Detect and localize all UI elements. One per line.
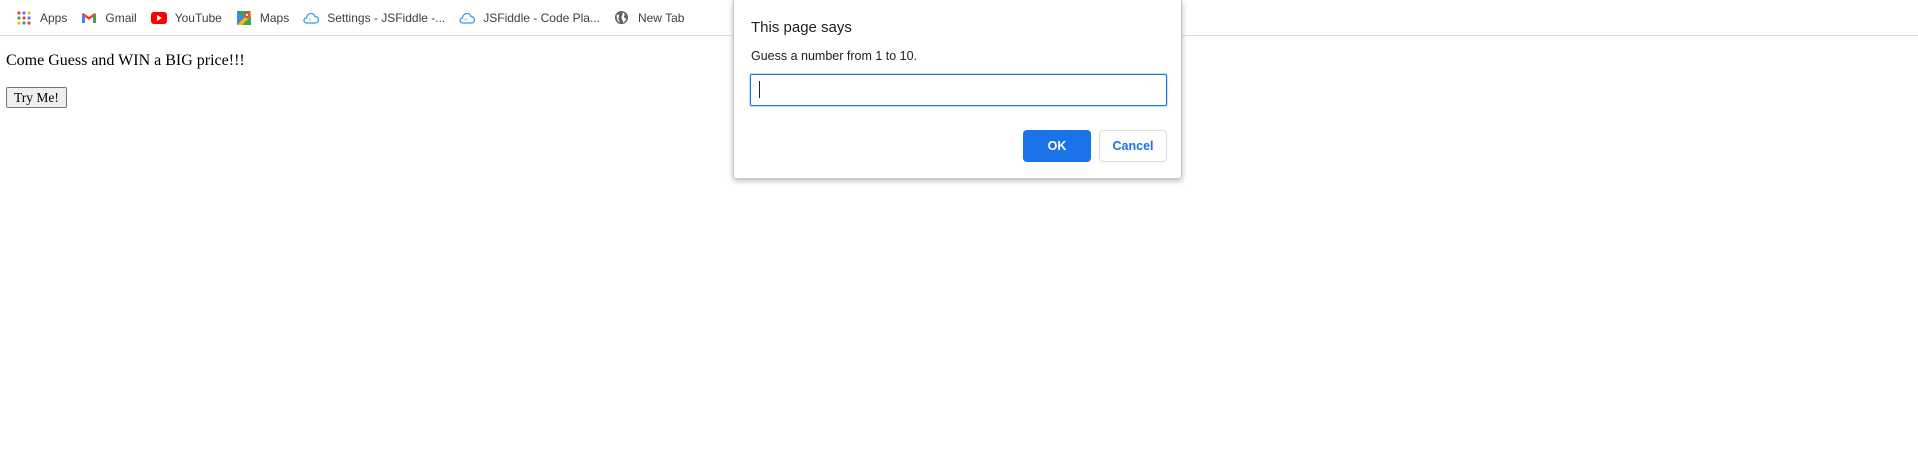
bookmark-jsfiddle-code[interactable]: ∞ JSFiddle - Code Pla... [453,4,606,32]
youtube-icon [150,10,167,26]
bookmark-maps[interactable]: Maps [230,4,295,32]
bookmark-label: Settings - JSFiddle -... [327,10,446,25]
bookmark-label: Apps [40,10,68,25]
bookmark-jsfiddle-settings[interactable]: ∞ Settings - JSFiddle -... [297,4,451,32]
apps-grid-icon [16,10,32,26]
jsfiddle-cloud-icon: ∞ [459,10,476,26]
cancel-button[interactable]: Cancel [1099,130,1167,162]
jsfiddle-cloud-icon: ∞ [303,10,320,26]
bookmark-label: New Tab [637,10,685,25]
dialog-title: This page says [751,19,852,36]
svg-text:∞: ∞ [464,18,468,23]
bookmark-apps[interactable]: Apps [10,4,73,32]
bookmark-gmail[interactable]: Gmail [75,4,142,32]
svg-text:∞: ∞ [308,18,312,23]
bookmark-label: JSFiddle - Code Pla... [483,10,600,25]
prompt-dialog: This page says Guess a number from 1 to … [733,0,1182,179]
maps-icon [236,10,252,26]
dialog-message: Guess a number from 1 to 10. [751,49,918,63]
bookmark-label: YouTube [174,10,222,25]
bookmark-label: Maps [259,10,290,25]
bookmark-youtube[interactable]: YouTube [145,4,228,32]
try-me-button[interactable]: Try Me! [6,87,67,108]
guess-input[interactable] [750,74,1167,106]
gmail-icon [81,10,97,26]
ok-button[interactable]: OK [1023,130,1091,162]
intro-text: Come Guess and WIN a BIG price!!! [6,52,245,69]
text-caret [759,81,760,98]
globe-icon [614,10,630,26]
bookmark-new-tab[interactable]: New Tab [608,4,690,32]
bookmark-label: Gmail [105,10,137,25]
